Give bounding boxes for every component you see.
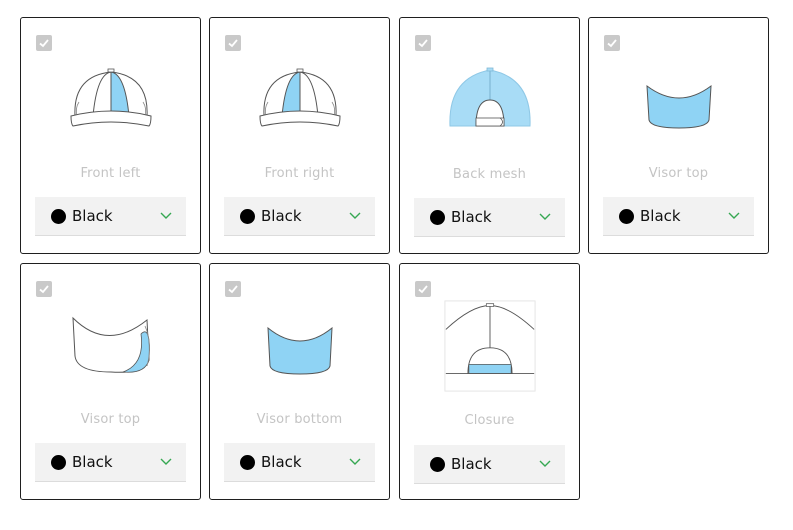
color-swatch <box>430 456 445 472</box>
chevron-down-icon <box>349 458 361 465</box>
color-name: Black <box>72 207 113 225</box>
color-swatch <box>240 208 255 224</box>
chevron-down-icon <box>728 212 740 219</box>
panel-label: Closure <box>464 413 515 428</box>
check-icon <box>607 39 617 48</box>
panel-checkbox[interactable] <box>604 35 620 51</box>
panel-label: Visor top <box>648 166 709 181</box>
color-name: Black <box>72 453 113 471</box>
panel-card-front-right: Front right Black <box>209 17 390 254</box>
check-icon <box>39 39 49 48</box>
color-dropdown[interactable]: Black <box>35 197 186 236</box>
panel-label: Front left <box>80 166 141 181</box>
color-swatch <box>51 454 66 470</box>
color-swatch <box>51 208 66 224</box>
check-icon <box>418 285 428 294</box>
panel-label: Visor bottom <box>256 412 343 427</box>
check-icon <box>418 39 428 48</box>
panel-card-visor-bottom: Visor bottom Black <box>209 263 390 500</box>
cap-front-right-icon <box>250 48 350 148</box>
color-dropdown[interactable]: Black <box>224 443 375 482</box>
panel-checkbox[interactable] <box>225 281 241 297</box>
panel-card-visor-top: Visor top Black <box>588 17 769 254</box>
chevron-down-icon <box>160 458 172 465</box>
color-dropdown[interactable]: Black <box>224 197 375 236</box>
panel-card-visor-top-side: Visor top Black <box>20 263 201 500</box>
check-icon <box>228 39 238 48</box>
panel-card-closure: Closure Black <box>399 263 580 500</box>
color-name: Black <box>451 455 492 473</box>
panel-card-back-mesh: Back mesh Black <box>399 17 580 254</box>
color-dropdown[interactable]: Black <box>414 198 565 237</box>
color-name: Black <box>451 208 492 226</box>
visor-top-side-icon <box>61 294 161 394</box>
cap-closure-icon <box>444 300 536 392</box>
panel-checkbox[interactable] <box>36 281 52 297</box>
color-name: Black <box>261 453 302 471</box>
cap-front-left-icon <box>61 48 161 148</box>
chevron-down-icon <box>160 212 172 219</box>
cap-back-mesh-icon <box>440 48 540 148</box>
panel-checkbox[interactable] <box>225 35 241 51</box>
check-icon <box>39 285 49 294</box>
color-dropdown[interactable]: Black <box>603 197 754 236</box>
color-dropdown[interactable]: Black <box>35 443 186 482</box>
panel-checkbox[interactable] <box>415 35 431 51</box>
chevron-down-icon <box>539 213 551 220</box>
chevron-down-icon <box>539 460 551 467</box>
visor-top-icon <box>629 48 729 148</box>
color-swatch <box>240 454 255 470</box>
color-swatch <box>619 208 634 224</box>
visor-bottom-icon <box>250 294 350 394</box>
color-swatch <box>430 209 445 225</box>
panel-checkbox[interactable] <box>415 281 431 297</box>
check-icon <box>228 285 238 294</box>
panel-label: Back mesh <box>452 167 527 182</box>
panel-card-front-left: Front left Black <box>20 17 201 254</box>
panel-label: Visor top <box>80 412 141 427</box>
panel-label: Front right <box>264 166 335 181</box>
panel-checkbox[interactable] <box>36 35 52 51</box>
color-dropdown[interactable]: Black <box>414 445 565 484</box>
chevron-down-icon <box>349 212 361 219</box>
color-name: Black <box>261 207 302 225</box>
color-name: Black <box>640 207 681 225</box>
